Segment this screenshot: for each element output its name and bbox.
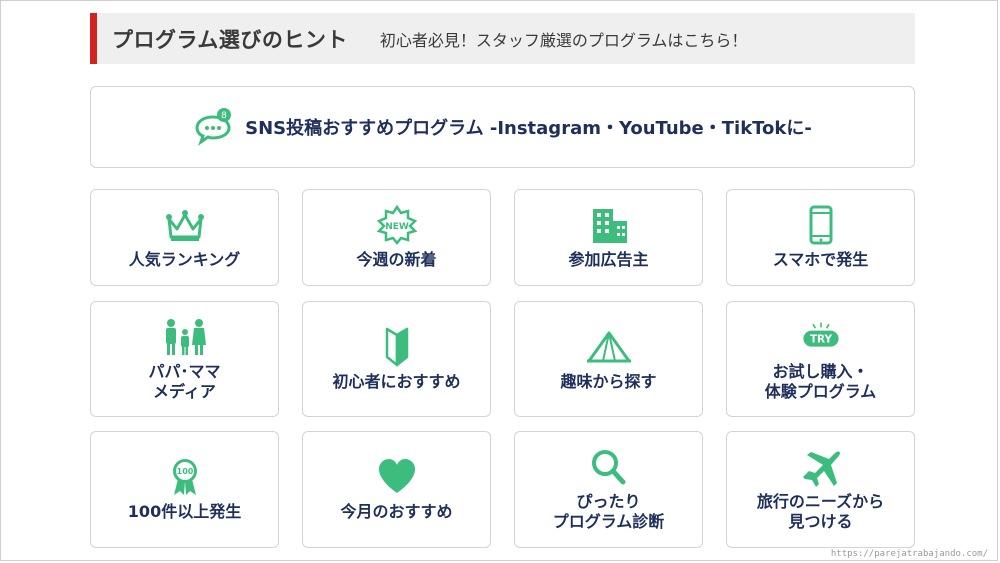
tile-label: お試し購入・ 体験プログラム: [764, 361, 877, 401]
tile-smartphone[interactable]: スマホで発生: [726, 189, 915, 286]
tile-parent-media[interactable]: パパ･ママ メディア: [90, 301, 279, 417]
try-badge-icon: TRY: [797, 317, 845, 357]
heart-icon: [373, 457, 421, 497]
new-badge-icon: NEW: [373, 205, 421, 245]
svg-text:100: 100: [176, 467, 193, 476]
smartphone-icon: [797, 205, 845, 245]
watermark: https://parejatrabajando.com/: [830, 549, 988, 559]
tile-popular-ranking[interactable]: 人気ランキング: [90, 189, 279, 286]
tile-new-this-week[interactable]: NEW 今週の新着: [302, 189, 491, 286]
tile-label: ぴったり プログラム診断: [552, 492, 665, 531]
sns-program-label: SNS投稿おすすめプログラム -Instagram・YouTube・TikTok…: [245, 118, 812, 139]
airplane-icon: [797, 447, 845, 487]
tile-label: 趣味から探す: [560, 371, 657, 391]
tile-trial-purchase[interactable]: TRY お試し購入・ 体験プログラム: [726, 301, 915, 417]
tile-label: 参加広告主: [568, 250, 649, 269]
tile-label: 人気ランキング: [128, 250, 241, 269]
award-ribbon-icon: 100: [161, 457, 209, 497]
tile-label: 今週の新着: [356, 250, 437, 269]
crown-icon: [161, 205, 209, 245]
tile-label: パパ･ママ メディア: [148, 361, 221, 401]
tile-program-diagnosis[interactable]: ぴったり プログラム診断: [514, 431, 703, 548]
svg-text:NEW: NEW: [385, 222, 409, 232]
chat-bubble-icon: 8: [193, 107, 233, 147]
tile-travel-needs[interactable]: 旅行のニーズから 見つける: [726, 431, 915, 548]
tile-advertisers[interactable]: 参加広告主: [514, 189, 703, 286]
tile-label: 今月のおすすめ: [340, 502, 453, 521]
tile-label: 100件以上発生: [127, 502, 242, 521]
building-icon: [585, 205, 633, 245]
beginner-mark-icon: [373, 327, 421, 367]
tent-icon: [585, 327, 633, 367]
tile-beginner[interactable]: 初心者におすすめ: [302, 301, 491, 417]
tile-100-plus[interactable]: 100 100件以上発生: [90, 431, 279, 548]
family-icon: [161, 317, 209, 357]
tile-monthly-pick[interactable]: 今月のおすすめ: [302, 431, 491, 548]
tile-hobby[interactable]: 趣味から探す: [514, 301, 703, 417]
tile-label: スマホで発生: [772, 250, 869, 269]
svg-text:TRY: TRY: [809, 333, 832, 345]
section-subtitle: 初心者必見！スタッフ厳選のプログラムはこちら！: [379, 30, 748, 50]
sns-badge: 8: [221, 111, 227, 121]
section-header: プログラム選びのヒント 初心者必見！スタッフ厳選のプログラムはこちら！: [90, 13, 915, 64]
magnifier-icon: [585, 447, 633, 487]
tile-label: 旅行のニーズから 見つける: [756, 492, 885, 531]
sns-program-link[interactable]: 8 SNS投稿おすすめプログラム -Instagram・YouTube・TikT…: [90, 86, 915, 168]
section-title: プログラム選びのヒント: [112, 27, 348, 52]
tile-label: 初心者におすすめ: [332, 371, 461, 391]
